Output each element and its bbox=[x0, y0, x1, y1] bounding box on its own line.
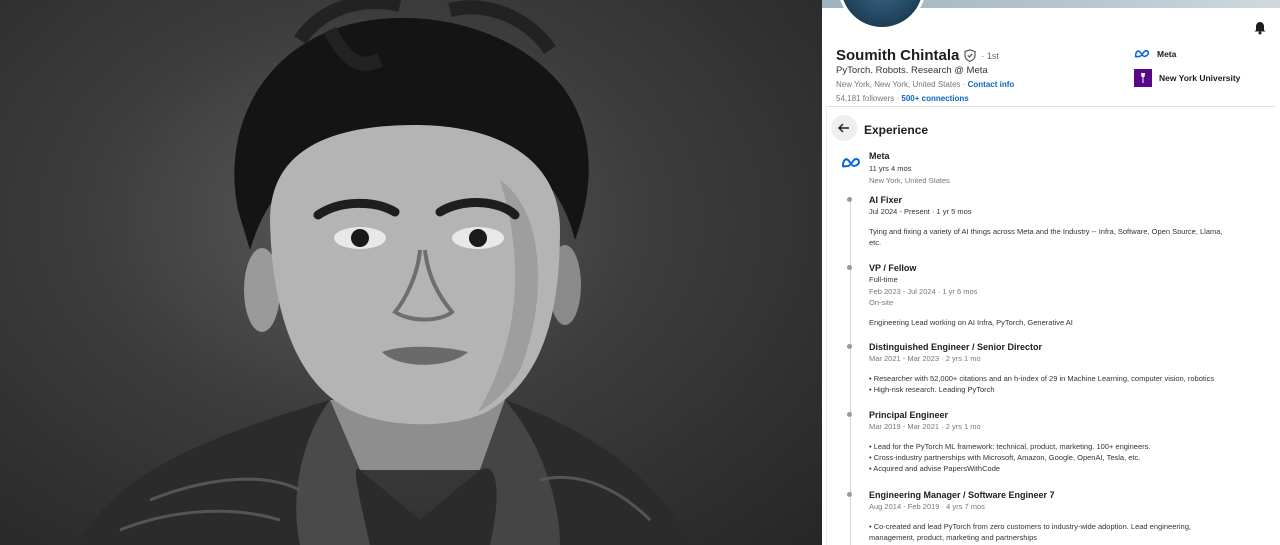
profile-location: New York, New York, United States · Cont… bbox=[836, 80, 1014, 89]
description-line: • Researcher with 52,000+ citations and … bbox=[869, 373, 1215, 383]
current-company-name: Meta bbox=[1157, 49, 1177, 59]
experience-role: VP / Fellow Full-time Feb 2023 - Jul 202… bbox=[847, 262, 1269, 328]
role-dates: Mar 2021 - Mar 2023 · 2 yrs 1 mo bbox=[869, 354, 981, 363]
role-dates: Mar 2019 - Mar 2021 · 2 yrs 1 mo bbox=[869, 422, 981, 431]
timeline-dot bbox=[847, 265, 852, 270]
description-line: • High-risk research. Leading PyTorch bbox=[869, 384, 995, 394]
role-title: Principal Engineer bbox=[869, 410, 949, 420]
role-description: • Researcher with 52,000+ citations and … bbox=[869, 373, 1269, 396]
role-title: Engineering Manager / Software Engineer … bbox=[869, 490, 1055, 500]
followers-count: 54,181 followers · bbox=[836, 94, 902, 103]
portrait-illustration bbox=[80, 0, 690, 545]
role-description: • Co-created and lead PyTorch from zero … bbox=[869, 521, 1269, 544]
nyu-logo-icon bbox=[1134, 69, 1152, 87]
profile-name: Soumith Chintala bbox=[836, 47, 960, 64]
education-name: New York University bbox=[1159, 73, 1241, 83]
description-line: Engineering Lead working on AI Infra, Py… bbox=[869, 317, 1073, 327]
current-company[interactable]: Meta bbox=[1134, 49, 1176, 59]
role-title: Distinguished Engineer / Senior Director bbox=[869, 342, 1043, 352]
experience-title: Experience bbox=[864, 123, 929, 137]
experience-role: Engineering Manager / Software Engineer … bbox=[847, 489, 1269, 544]
company-location: New York, United States bbox=[869, 176, 950, 185]
education[interactable]: New York University bbox=[1134, 69, 1240, 87]
role-employment-type: Full-time bbox=[869, 275, 898, 284]
experience-role: AI Fixer Jul 2024 - Present · 1 yr 5 mos… bbox=[847, 194, 1269, 249]
experience-section: Experience Meta 11 yrs 4 mos New York, U… bbox=[826, 106, 1276, 545]
contact-info-link[interactable]: Contact info bbox=[968, 80, 1015, 89]
location-text: New York, New York, United States · bbox=[836, 80, 968, 89]
experience-role: Principal Engineer Mar 2019 - Mar 2021 ·… bbox=[847, 409, 1269, 475]
role-title: AI Fixer bbox=[869, 195, 903, 205]
timeline-dot bbox=[847, 492, 852, 497]
portrait-photo bbox=[0, 0, 822, 545]
experience-role: Distinguished Engineer / Senior Director… bbox=[847, 341, 1269, 396]
connection-degree: · 1st bbox=[981, 50, 999, 61]
description-line: etc. bbox=[869, 237, 882, 247]
description-line: • Cross-industry partnerships with Micro… bbox=[869, 452, 1141, 462]
torch-icon bbox=[1141, 73, 1145, 83]
role-description: • Lead for the PyTorch ML framework: tec… bbox=[869, 441, 1269, 475]
bell-icon[interactable] bbox=[1252, 20, 1268, 36]
timeline-dot bbox=[847, 344, 852, 349]
profile-headline: PyTorch. Robots. Research @ Meta bbox=[836, 65, 988, 76]
description-line: • Co-created and lead PyTorch from zero … bbox=[869, 521, 1191, 531]
profile-avatar[interactable] bbox=[838, 0, 926, 30]
company-duration: 11 yrs 4 mos bbox=[869, 164, 912, 173]
connections-link[interactable]: 500+ connections bbox=[901, 94, 968, 103]
role-dates: Jul 2024 - Present · 1 yr 5 mos bbox=[869, 207, 972, 216]
role-description: Tying and fixing a variety of AI things … bbox=[869, 226, 1269, 249]
description-line: management, product, marketing and partn… bbox=[869, 532, 1038, 542]
role-dates: Feb 2023 - Jul 2024 · 1 yr 6 mos bbox=[869, 286, 978, 296]
description-line: Tying and fixing a variety of AI things … bbox=[869, 226, 1223, 236]
description-line: • Acquired and advise PapersWithCode bbox=[869, 464, 1001, 474]
role-dates: Aug 2014 - Feb 2019 · 4 yrs 7 mos bbox=[869, 502, 985, 511]
profile-panel: Soumith Chintala · 1st PyTorch. Robots. … bbox=[822, 0, 1280, 545]
description-line: • Lead for the PyTorch ML framework: tec… bbox=[869, 441, 1151, 451]
profile-stats: 54,181 followers · 500+ connections bbox=[836, 94, 969, 103]
shield-check-icon bbox=[964, 49, 976, 62]
back-button[interactable] bbox=[831, 115, 857, 141]
role-description: Engineering Lead working on AI Infra, Py… bbox=[869, 317, 1269, 328]
meta-logo-icon bbox=[841, 157, 861, 168]
profile-name-row: Soumith Chintala · 1st bbox=[836, 47, 999, 64]
role-workplace: On-site bbox=[869, 298, 894, 307]
company-name[interactable]: Meta bbox=[869, 151, 890, 161]
role-title: VP / Fellow bbox=[869, 263, 917, 273]
arrow-left-icon bbox=[838, 123, 849, 133]
timeline-dot bbox=[847, 412, 852, 417]
meta-logo-icon bbox=[1134, 49, 1150, 58]
timeline-dot bbox=[847, 197, 852, 202]
